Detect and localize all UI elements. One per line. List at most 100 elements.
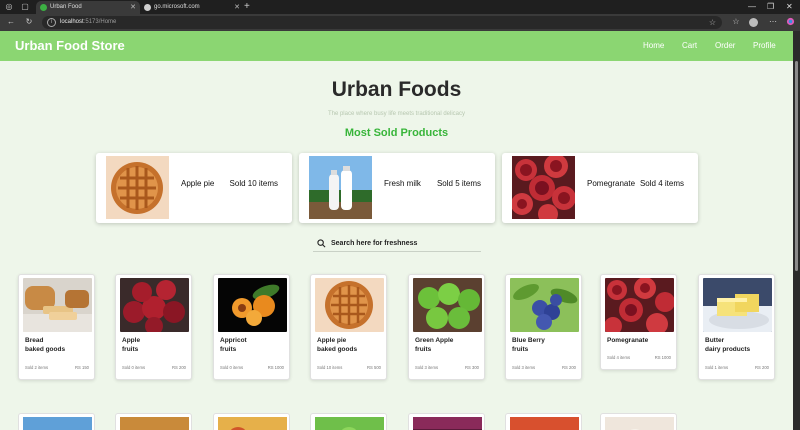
product-image: [315, 417, 384, 430]
most-sold-count: Sold 4 items: [639, 179, 684, 188]
most-sold-count: Sold 10 items: [229, 179, 278, 188]
product-sold: Sold 1 items: [705, 365, 729, 370]
product-sold: Sold 10 items: [317, 365, 343, 370]
product-category: fruits: [415, 346, 432, 353]
product-image: [120, 417, 189, 430]
site-navbar: Urban Food Store Home Cart Order Profile: [0, 31, 793, 61]
product-name: Apple: [122, 337, 141, 344]
search-icon: [317, 239, 326, 248]
product-card[interactable]: Green Apple fruits Sold 3 items RS 300: [408, 274, 485, 380]
copilot-icon[interactable]: [785, 17, 795, 27]
product-card[interactable]: Appricot fruits Sold 0 items RS 1000: [213, 274, 290, 380]
close-tab-icon[interactable]: ✕: [234, 1, 240, 14]
product-category: fruits: [122, 346, 139, 353]
favorites-icon[interactable]: ☆: [731, 17, 741, 27]
product-card[interactable]: [18, 413, 95, 430]
url-text[interactable]: localhost:5173/Home: [60, 16, 116, 29]
close-window-icon[interactable]: ✕: [786, 0, 793, 14]
product-card[interactable]: [505, 413, 582, 430]
most-sold-heading: Most Sold Products: [344, 127, 449, 139]
product-card[interactable]: Blue Berry fruits Sold 3 items RS 200: [505, 274, 582, 380]
tab-go-microsoft[interactable]: go.microsoft.com ✕: [140, 1, 244, 14]
tab-favicon-icon: [40, 4, 47, 11]
product-card[interactable]: Apple pie baked goods Sold 10 items RS 5…: [310, 274, 387, 380]
search-placeholder: Search here for freshness: [331, 240, 418, 247]
address-bar[interactable]: i localhost:5173/Home ☆: [42, 16, 722, 29]
more-menu-icon[interactable]: ⋯: [768, 17, 778, 27]
nav-order[interactable]: Order: [715, 31, 735, 61]
profile-avatar-icon[interactable]: [749, 18, 758, 27]
product-image: [218, 417, 287, 430]
apple-pie-image: [315, 278, 384, 332]
product-card[interactable]: Pomegranate Sold 4 items RS 1000: [600, 274, 677, 370]
milk-bottles-image: [309, 156, 372, 219]
product-name: Appricot: [220, 337, 247, 344]
address-toolbar: ← ↻ i localhost:5173/Home ☆ ☆ ⋯: [0, 14, 800, 31]
most-sold-card[interactable]: Apple pie Sold 10 items: [96, 153, 292, 223]
site-info-icon[interactable]: i: [47, 18, 56, 27]
site-brand[interactable]: Urban Food Store: [15, 31, 125, 61]
product-name: Pomegranate: [607, 337, 649, 344]
product-card[interactable]: [408, 413, 485, 430]
product-card[interactable]: Butter dairy products Sold 1 items RS 20…: [698, 274, 775, 380]
product-name: Green Apple: [415, 337, 454, 344]
product-card[interactable]: [115, 413, 192, 430]
blueberries-image: [510, 278, 579, 332]
product-category: dairy products: [705, 346, 751, 353]
hero-tagline: The place where busy life meets traditio…: [327, 111, 466, 117]
back-icon[interactable]: ←: [6, 17, 16, 27]
tab-favicon-icon: [144, 4, 151, 11]
product-card[interactable]: [310, 413, 387, 430]
hero-title: Urban Foods: [331, 78, 462, 101]
workspaces-icon[interactable]: ◎: [4, 2, 14, 12]
product-card[interactable]: Bread baked goods Sold 2 items RS 150: [18, 274, 95, 380]
refresh-icon[interactable]: ↻: [24, 17, 34, 27]
product-name: Blue Berry: [512, 337, 545, 344]
product-image: [605, 417, 674, 430]
bread-image: [23, 278, 92, 332]
most-sold-count: Sold 5 items: [436, 179, 481, 188]
most-sold-card[interactable]: Pomegranate Sold 4 items: [502, 153, 698, 223]
product-category: fruits: [512, 346, 529, 353]
new-tab-icon[interactable]: +: [244, 0, 250, 14]
product-image: [23, 417, 92, 430]
search-input[interactable]: Search here for freshness: [313, 236, 481, 252]
tab-title: go.microsoft.com: [154, 4, 200, 10]
product-category: fruits: [220, 346, 237, 353]
product-card[interactable]: [600, 413, 677, 430]
product-image: [413, 417, 482, 430]
nav-profile[interactable]: Profile: [753, 31, 776, 61]
scrollbar-thumb[interactable]: [795, 61, 798, 271]
product-sold: Sold 0 items: [122, 365, 146, 370]
product-price: RS 300: [465, 365, 479, 370]
minimize-icon[interactable]: —: [748, 0, 756, 14]
butter-image: [703, 278, 772, 332]
page-viewport: Urban Food Store Home Cart Order Profile…: [0, 31, 793, 430]
red-apples-image: [120, 278, 189, 332]
product-card[interactable]: [213, 413, 290, 430]
product-sold: Sold 3 items: [512, 365, 536, 370]
apple-pie-image: [106, 156, 169, 219]
favorite-star-icon[interactable]: ☆: [709, 16, 716, 29]
product-price: RS 200: [172, 365, 186, 370]
most-sold-name: Pomegranate: [587, 179, 636, 188]
product-card[interactable]: Apple fruits Sold 0 items RS 200: [115, 274, 192, 380]
product-category: baked goods: [317, 346, 358, 353]
green-apples-image: [413, 278, 482, 332]
product-image: [510, 417, 579, 430]
most-sold-card[interactable]: Fresh milk Sold 5 items: [299, 153, 495, 223]
restore-icon[interactable]: ❐: [767, 0, 774, 14]
tab-title: Urban Food: [50, 4, 82, 10]
product-price: RS 500: [367, 365, 381, 370]
product-name: Apple pie: [317, 337, 347, 344]
product-price: RS 1000: [267, 365, 284, 370]
nav-cart[interactable]: Cart: [682, 31, 697, 61]
nav-home[interactable]: Home: [643, 31, 664, 61]
tab-urban-food[interactable]: Urban Food ✕: [36, 1, 140, 14]
tab-actions-icon[interactable]: ▢: [20, 2, 30, 12]
browser-tab-bar: ◎ ▢ Urban Food ✕ go.microsoft.com ✕ + — …: [0, 0, 800, 14]
close-tab-icon[interactable]: ✕: [130, 1, 136, 14]
product-name: Bread: [25, 337, 44, 344]
page-scrollbar[interactable]: [793, 31, 800, 430]
product-price: RS 200: [755, 365, 769, 370]
